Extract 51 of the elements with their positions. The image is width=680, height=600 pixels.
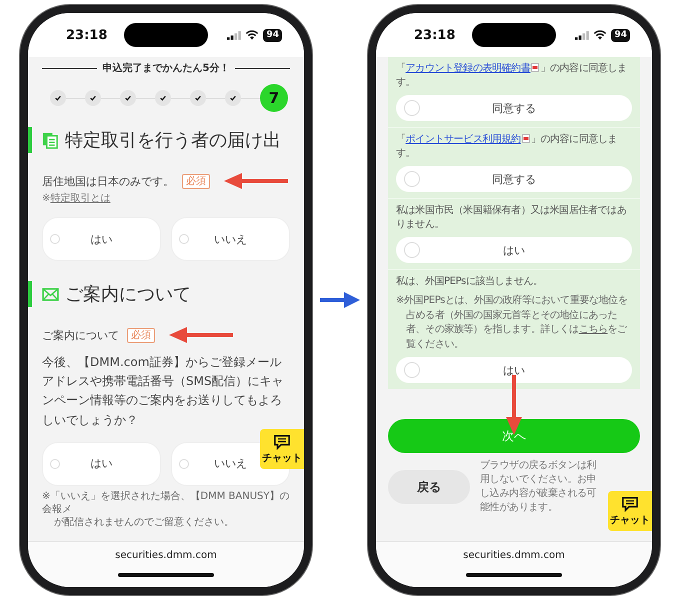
current-step: 7 [260, 84, 288, 112]
section-title: 特定取引を行う者の届け出 [65, 129, 281, 152]
note-link[interactable]: 特定取引とは [50, 193, 110, 204]
footnote-text: ※「いいえ」を選択された場合、【DMM BANUSY】の会報メ [42, 490, 290, 516]
chat-button[interactable]: チャット [260, 429, 304, 469]
document-icon [522, 134, 530, 143]
progress-title: 申込完了までかんたん5分！ [102, 61, 230, 75]
document-link[interactable]: アカウント登録の表明確約書 [406, 63, 530, 74]
signal-icon [575, 30, 590, 40]
option-button[interactable]: はい [42, 217, 161, 261]
agreement-text: 「アカウント登録の表明確約書 」の内容に同意します。 [396, 62, 628, 90]
option-button[interactable]: 同意する [396, 95, 632, 121]
details-link[interactable]: こちら [578, 324, 608, 335]
required-tag: 必須 [127, 328, 155, 342]
wifi-icon [593, 30, 608, 40]
chat-icon [621, 496, 639, 512]
agreement-text: 「ポイントサービス利用規約 」の内容に同意します。 [396, 133, 618, 161]
statement-text: 私は、外国PEPsに該当しません。 [396, 275, 544, 289]
note-text: ※外国PEPsとは、外国の政府等において重要な地位を占める者（外国の国家元首等とその地位にあった者、その家族等）を指します。詳しくはこちらをご覧ください。 [396, 294, 628, 352]
status-time: 23:18 [414, 28, 456, 42]
chat-icon [273, 434, 291, 450]
option-button[interactable]: はい [396, 357, 632, 383]
option-button[interactable]: はい [42, 442, 161, 486]
section-title: ご案内について [65, 283, 191, 306]
wifi-icon [245, 30, 260, 40]
notice-text: ブラウザの戻るボタンは利用しないでください。お申し込み内容が破棄される可能性があります。 [480, 459, 598, 515]
chat-button[interactable]: チャット [608, 491, 652, 531]
document-icon [531, 63, 540, 72]
battery-level: 94 [263, 28, 282, 42]
battery-level: 94 [611, 28, 630, 42]
option-button[interactable]: いいえ [171, 217, 290, 261]
annotation-arrow [169, 327, 233, 343]
document-link[interactable]: ポイントサービス利用規約 [406, 134, 521, 145]
annotation-arrow [224, 173, 288, 189]
required-tag: 必須 [182, 174, 210, 188]
signal-icon [227, 30, 242, 40]
url-text: securities.dmm.com [115, 550, 217, 561]
document-icon [42, 132, 59, 148]
option-button[interactable]: はい [396, 237, 632, 263]
statement-text: 私は米国市民（米国籍保有者）又は米国居住者ではありません。 [396, 204, 628, 232]
question-label: ご案内について [42, 328, 119, 342]
url-text: securities.dmm.com [463, 550, 565, 561]
question-text: 今後、【DMM.com証券】からご登録メールアドレスや携帯電話番号（SMS配信）にキャンペーン情報等のご案内をお送りしてもよろしいでしょうか？ [42, 354, 285, 429]
flow-arrow [320, 290, 360, 310]
status-time: 23:18 [66, 28, 108, 42]
question-label: 居住地国は日本のみです。 [42, 174, 174, 188]
footnote-text: が配信されませんのでご留意ください。 [53, 516, 235, 529]
note-text: ※特定取引とは [42, 192, 110, 205]
back-button[interactable]: 戻る [388, 470, 470, 504]
mail-icon [42, 288, 59, 300]
option-button[interactable]: 同意する [396, 166, 632, 192]
